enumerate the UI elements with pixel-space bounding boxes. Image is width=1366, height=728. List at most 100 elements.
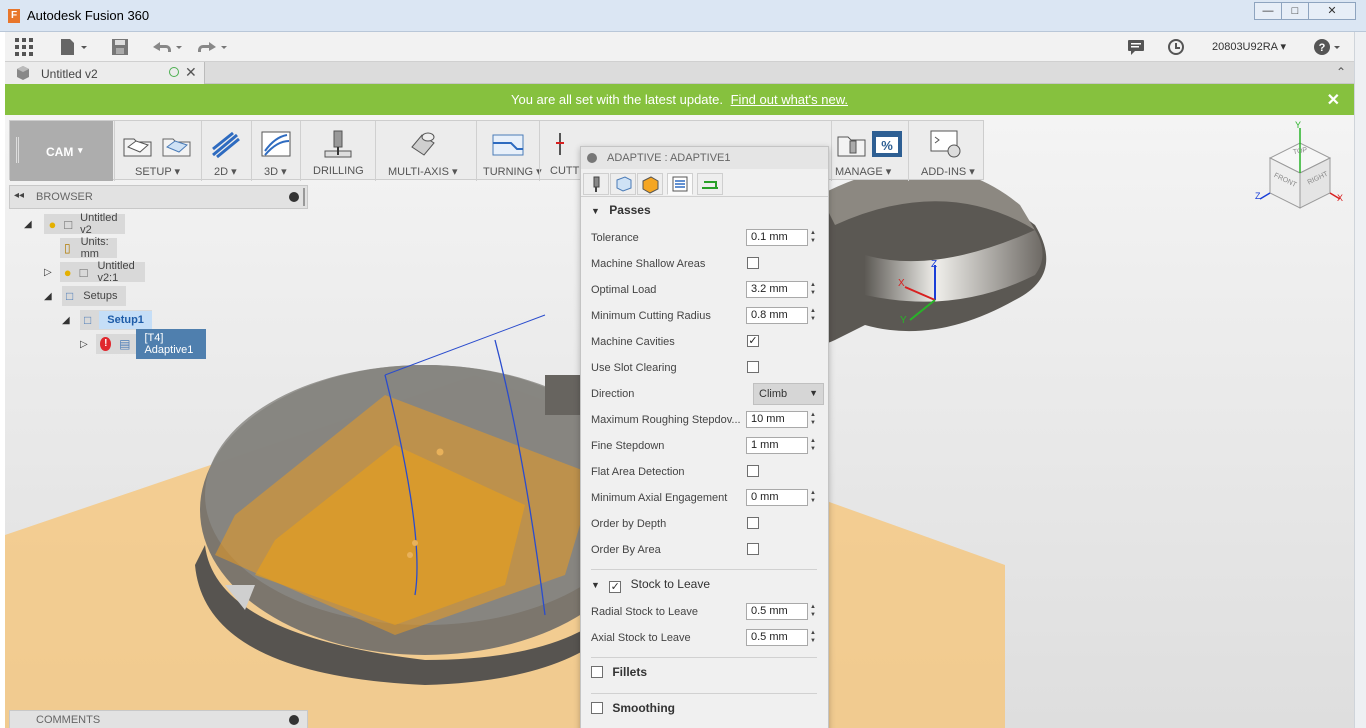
- tolerance-input[interactable]: 0.1 mm: [746, 229, 808, 246]
- smoothing-checkbox[interactable]: [591, 702, 603, 714]
- lightbulb-icon[interactable]: ●: [48, 217, 56, 232]
- tree-adaptive1[interactable]: ▷ ! ▤ [T4] Adaptive1: [80, 329, 207, 359]
- minimize-dialog-icon[interactable]: [587, 153, 597, 163]
- stock-title: Stock to Leave: [630, 577, 710, 591]
- expanded-triangle-icon[interactable]: ◢: [44, 291, 54, 302]
- radial-stock-spinner[interactable]: ▲ ▼: [810, 603, 818, 620]
- comments-panel-header[interactable]: COMMENTS: [9, 710, 308, 728]
- geometry-tab-icon[interactable]: [610, 173, 636, 195]
- multi-axis-group[interactable]: MULTI-AXIS ▾: [375, 121, 475, 181]
- tree-setups[interactable]: ◢ □ Setups: [44, 286, 126, 306]
- fillets-checkbox[interactable]: [591, 666, 603, 678]
- turning-group[interactable]: TURNING ▾: [476, 121, 542, 181]
- collapsed-triangle-icon[interactable]: ▷: [44, 267, 52, 278]
- section-collapse-icon[interactable]: ▼: [591, 206, 600, 216]
- max-stepdown-spinner[interactable]: ▲ ▼: [810, 411, 818, 428]
- heights-tab-icon[interactable]: [637, 173, 663, 195]
- redo-icon[interactable]: [195, 38, 229, 56]
- tree-label-root: Untitled v2: [80, 212, 118, 236]
- tree-units[interactable]: ▯ Units: mm: [60, 236, 117, 260]
- fillets-title: Fillets: [612, 665, 648, 679]
- collapsed-triangle-icon[interactable]: ▷: [80, 339, 88, 350]
- tree-root[interactable]: ◢ ● □ Untitled v2: [24, 212, 126, 236]
- setup-group[interactable]: SETUP ▾: [114, 121, 200, 181]
- collapse-tabs-icon[interactable]: ⌃: [1336, 65, 1346, 79]
- help-icon[interactable]: ?: [1313, 38, 1343, 56]
- min-cut-radius-spinner[interactable]: ▲ ▼: [810, 307, 818, 324]
- document-cube-icon: [15, 65, 31, 81]
- optimal-load-label: Optimal Load: [591, 284, 657, 296]
- window-titlebar: F Autodesk Fusion 360 — □ ✕: [0, 0, 1366, 32]
- radial-stock-input[interactable]: 0.5 mm: [746, 603, 808, 620]
- machine-cavities-label: Machine Cavities: [591, 336, 675, 348]
- browser-minus-icon[interactable]: [289, 192, 299, 202]
- optimal-load-spinner[interactable]: ▲ ▼: [810, 281, 818, 298]
- 2d-group[interactable]: 2D ▾: [201, 121, 250, 181]
- expanded-triangle-icon[interactable]: ◢: [62, 315, 72, 326]
- fillets-section-header[interactable]: Fillets: [591, 665, 817, 687]
- viewcube-y-label: Y: [1295, 120, 1302, 130]
- slot-clearing-label: Use Slot Clearing: [591, 362, 677, 374]
- expanded-triangle-icon[interactable]: ◢: [24, 219, 32, 230]
- tolerance-spinner[interactable]: ▲ ▼: [810, 229, 818, 246]
- slot-clearing-checkbox[interactable]: [747, 361, 759, 373]
- tree-component[interactable]: ▷ ● □ Untitled v2:1: [44, 260, 146, 284]
- close-notification-icon[interactable]: ✕: [1327, 90, 1340, 110]
- section-collapse-icon[interactable]: ▼: [591, 580, 600, 590]
- document-tab[interactable]: Untitled v2 ✕: [5, 62, 205, 84]
- linking-tab-icon[interactable]: [697, 173, 723, 195]
- tree-setup1[interactable]: ◢ □ Setup1: [62, 310, 152, 330]
- component-icon: □: [79, 264, 88, 280]
- drilling-group[interactable]: DRILLING: [300, 121, 374, 181]
- optimal-load-input[interactable]: 3.2 mm: [746, 281, 808, 298]
- workspace-switcher[interactable]: CAM ▾: [10, 121, 113, 181]
- history-icon[interactable]: [1167, 38, 1185, 56]
- smoothing-section-header[interactable]: Smoothing: [591, 701, 817, 723]
- machine-shallow-checkbox[interactable]: [747, 257, 759, 269]
- collapse-browser-icon[interactable]: ◂◂: [14, 190, 24, 201]
- add-ins-group[interactable]: ADD-INS ▾: [908, 121, 984, 181]
- fine-stepdown-spinner[interactable]: ▲ ▼: [810, 437, 818, 454]
- passes-tab-icon[interactable]: [667, 173, 693, 195]
- manage-group[interactable]: % MANAGE ▾: [831, 121, 907, 181]
- axial-stock-input[interactable]: 0.5 mm: [746, 629, 808, 646]
- fine-stepdown-input[interactable]: 1 mm: [746, 437, 808, 454]
- passes-section-header[interactable]: ▼ Passes: [591, 203, 817, 225]
- close-tab-icon[interactable]: ✕: [185, 64, 197, 81]
- dialog-header[interactable]: ADAPTIVE : ADAPTIVE1: [581, 147, 828, 169]
- min-axial-input[interactable]: 0 mm: [746, 489, 808, 506]
- cutting-group[interactable]: CUTTI: [539, 121, 582, 181]
- toolbar-grip: [16, 137, 19, 163]
- lightbulb-icon[interactable]: ●: [64, 265, 72, 280]
- file-icon[interactable]: [59, 38, 89, 56]
- comments-plus-icon[interactable]: [289, 715, 299, 725]
- whats-new-link[interactable]: Find out what's new.: [731, 92, 848, 107]
- view-cube[interactable]: TOP FRONT RIGHT Y Z X: [1255, 120, 1345, 213]
- undo-icon[interactable]: [150, 38, 184, 56]
- save-icon[interactable]: [111, 38, 129, 56]
- apps-grid-icon[interactable]: [15, 38, 33, 56]
- 3d-group[interactable]: 3D ▾: [251, 121, 299, 181]
- tool-tab-icon[interactable]: [583, 173, 609, 195]
- browser-resize-handle[interactable]: [303, 188, 305, 206]
- order-area-checkbox[interactable]: [747, 543, 759, 555]
- max-stepdown-input[interactable]: 10 mm: [746, 411, 808, 428]
- min-axial-spinner[interactable]: ▲ ▼: [810, 489, 818, 506]
- minimize-icon[interactable]: —: [1254, 2, 1282, 20]
- order-depth-checkbox[interactable]: [747, 517, 759, 529]
- stock-section-header[interactable]: ▼ ✓ Stock to Leave: [591, 577, 817, 599]
- user-account-menu[interactable]: 20803U92RA ▾: [1212, 40, 1286, 53]
- browser-panel-header[interactable]: ◂◂ BROWSER: [9, 185, 308, 209]
- direction-label: Direction: [591, 388, 635, 400]
- stock-to-leave-checkbox[interactable]: ✓: [609, 581, 622, 593]
- close-icon[interactable]: ✕: [1308, 2, 1356, 20]
- tree-label-units: Units: mm: [80, 236, 109, 260]
- min-cut-radius-input[interactable]: 0.8 mm: [746, 307, 808, 324]
- fusion-logo-icon: F: [8, 9, 20, 23]
- direction-select[interactable]: Climb ▼: [753, 383, 824, 405]
- maximize-icon[interactable]: □: [1281, 2, 1309, 20]
- comments-icon[interactable]: [1127, 39, 1145, 55]
- axial-stock-spinner[interactable]: ▲ ▼: [810, 629, 818, 646]
- flat-area-checkbox[interactable]: [747, 465, 759, 477]
- machine-cavities-checkbox[interactable]: ✓: [747, 335, 759, 347]
